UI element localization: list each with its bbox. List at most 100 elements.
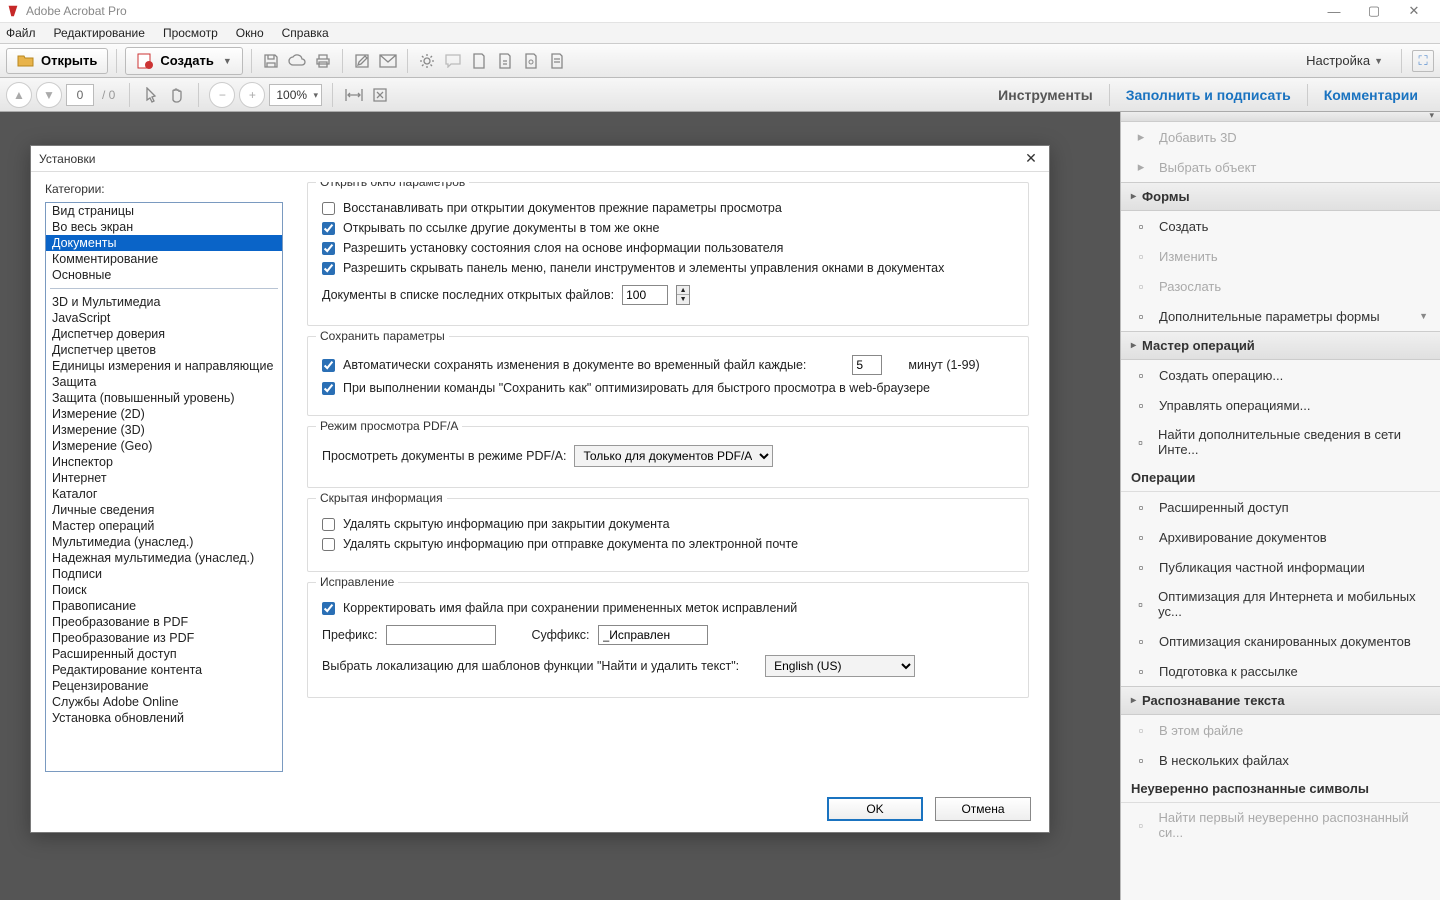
suffix-input[interactable] — [598, 625, 708, 645]
category-item[interactable]: Документы — [46, 235, 282, 251]
category-item[interactable]: JavaScript — [46, 310, 282, 326]
category-item[interactable]: Преобразование в PDF — [46, 614, 282, 630]
category-item[interactable]: Преобразование из PDF — [46, 630, 282, 646]
category-item[interactable]: Измерение (3D) — [46, 422, 282, 438]
edit-icon[interactable] — [351, 50, 373, 72]
category-item[interactable]: Измерение (2D) — [46, 406, 282, 422]
category-item[interactable]: Основные — [46, 267, 282, 283]
category-item[interactable]: Надежная мультимедиа (унаслед.) — [46, 550, 282, 566]
chk-fixname[interactable] — [322, 602, 335, 615]
select-tool-icon[interactable] — [140, 84, 162, 106]
print-icon[interactable] — [312, 50, 334, 72]
hand-tool-icon[interactable] — [166, 84, 188, 106]
recent-input[interactable] — [622, 285, 668, 305]
category-item[interactable]: Мультимедиа (унаслед.) — [46, 534, 282, 550]
menu-file[interactable]: Файл — [6, 26, 36, 40]
category-item[interactable]: Вид страницы — [46, 203, 282, 219]
category-item[interactable]: Установка обновлений — [46, 710, 282, 726]
chk-layer-state[interactable] — [322, 242, 335, 255]
menu-view[interactable]: Просмотр — [163, 26, 218, 40]
category-item[interactable]: Расширенный доступ — [46, 646, 282, 662]
page-current-input[interactable]: 0 — [66, 84, 94, 106]
recent-spinner[interactable]: ▲▼ — [676, 285, 690, 305]
panel-group-header[interactable]: ▸Формы — [1121, 182, 1440, 211]
panel-item[interactable]: ▫Создать — [1121, 211, 1440, 241]
page-down-button[interactable]: ▼ — [36, 82, 62, 108]
doc2-icon[interactable] — [494, 50, 516, 72]
category-item[interactable]: Защита (повышенный уровень) — [46, 390, 282, 406]
panel-item[interactable]: ▫Архивирование документов — [1121, 522, 1440, 552]
page-up-button[interactable]: ▲ — [6, 82, 32, 108]
panel-item[interactable]: ▫В нескольких файлах — [1121, 745, 1440, 775]
category-item[interactable]: Подписи — [46, 566, 282, 582]
doc3-icon[interactable] — [520, 50, 542, 72]
category-item[interactable]: Мастер операций — [46, 518, 282, 534]
chk-autosave[interactable] — [322, 359, 335, 372]
category-item[interactable]: Комментирование — [46, 251, 282, 267]
category-item[interactable]: Личные сведения — [46, 502, 282, 518]
close-button[interactable]: ✕ — [1394, 3, 1434, 19]
chk-optimize[interactable] — [322, 382, 335, 395]
comments-link[interactable]: Комментарии — [1308, 78, 1434, 112]
pdfa-select[interactable]: Только для документов PDF/A — [574, 445, 773, 467]
chk-hidden-email[interactable] — [322, 538, 335, 551]
panel-header-strip[interactable] — [1121, 112, 1440, 122]
mail-icon[interactable] — [377, 50, 399, 72]
panel-group-header[interactable]: ▸Мастер операций — [1121, 331, 1440, 360]
dialog-close-button[interactable]: ✕ — [1021, 150, 1041, 167]
cloud-icon[interactable] — [286, 50, 308, 72]
panel-group-header[interactable]: ▸Распознавание текста — [1121, 686, 1440, 715]
panel-item[interactable]: ▫Подготовка к рассылке — [1121, 656, 1440, 686]
category-item[interactable]: Инспектор — [46, 454, 282, 470]
minimize-button[interactable]: — — [1314, 4, 1354, 19]
chk-same-window[interactable] — [322, 222, 335, 235]
customize-button[interactable]: Настройка ▼ — [1298, 49, 1391, 72]
chk-hide-panels[interactable] — [322, 262, 335, 275]
panel-item[interactable]: ▫Расширенный доступ — [1121, 492, 1440, 522]
gear-icon[interactable] — [416, 50, 438, 72]
maximize-button[interactable]: ▢ — [1354, 3, 1394, 19]
menu-window[interactable]: Окно — [236, 26, 264, 40]
chk-hidden-close[interactable] — [322, 518, 335, 531]
category-item[interactable]: Диспетчер цветов — [46, 342, 282, 358]
zoom-out-button[interactable]: − — [209, 82, 235, 108]
chk-restore[interactable] — [322, 202, 335, 215]
ok-button[interactable]: OK — [827, 797, 923, 821]
tools-link[interactable]: Инструменты — [982, 78, 1109, 112]
panel-item[interactable]: ▫Публикация частной информации — [1121, 552, 1440, 582]
category-item[interactable]: Редактирование контента — [46, 662, 282, 678]
fullscreen-icon[interactable]: ⛶ — [1412, 50, 1434, 72]
category-item[interactable]: Рецензирование — [46, 678, 282, 694]
doc4-icon[interactable] — [546, 50, 568, 72]
category-item[interactable]: 3D и Мультимедиа — [46, 294, 282, 310]
fit-width-icon[interactable] — [343, 84, 365, 106]
category-item[interactable]: Во весь экран — [46, 219, 282, 235]
category-item[interactable]: Каталог — [46, 486, 282, 502]
category-item[interactable]: Службы Adobe Online — [46, 694, 282, 710]
comment-icon[interactable] — [442, 50, 464, 72]
fit-page-icon[interactable] — [369, 84, 391, 106]
panel-item[interactable]: ▫Оптимизация сканированных документов — [1121, 626, 1440, 656]
prefix-input[interactable] — [386, 625, 496, 645]
panel-item[interactable]: ▫Создать операцию... — [1121, 360, 1440, 390]
menu-help[interactable]: Справка — [282, 26, 329, 40]
panel-item[interactable]: ▫Оптимизация для Интернета и мобильных у… — [1121, 582, 1440, 626]
category-item[interactable]: Диспетчер доверия — [46, 326, 282, 342]
cancel-button[interactable]: Отмена — [935, 797, 1031, 821]
zoom-select[interactable]: 100% — [269, 84, 322, 106]
category-item[interactable]: Поиск — [46, 582, 282, 598]
panel-item[interactable]: ▫Дополнительные параметры формы▼ — [1121, 301, 1440, 331]
panel-item[interactable]: ▫Управлять операциями... — [1121, 390, 1440, 420]
doc1-icon[interactable] — [468, 50, 490, 72]
category-item[interactable]: Измерение (Geo) — [46, 438, 282, 454]
create-button[interactable]: Создать ▼ — [125, 47, 242, 75]
save-icon[interactable] — [260, 50, 282, 72]
category-item[interactable]: Единицы измерения и направляющие — [46, 358, 282, 374]
autosave-input[interactable] — [852, 355, 882, 375]
menu-edit[interactable]: Редактирование — [54, 26, 145, 40]
locale-select[interactable]: English (US) — [765, 655, 915, 677]
fill-sign-link[interactable]: Заполнить и подписать — [1110, 78, 1307, 112]
categories-list[interactable]: Вид страницыВо весь экранДокументыКоммен… — [45, 202, 283, 772]
panel-item[interactable]: ▫Найти дополнительные сведения в сети Ин… — [1121, 420, 1440, 464]
category-item[interactable]: Интернет — [46, 470, 282, 486]
